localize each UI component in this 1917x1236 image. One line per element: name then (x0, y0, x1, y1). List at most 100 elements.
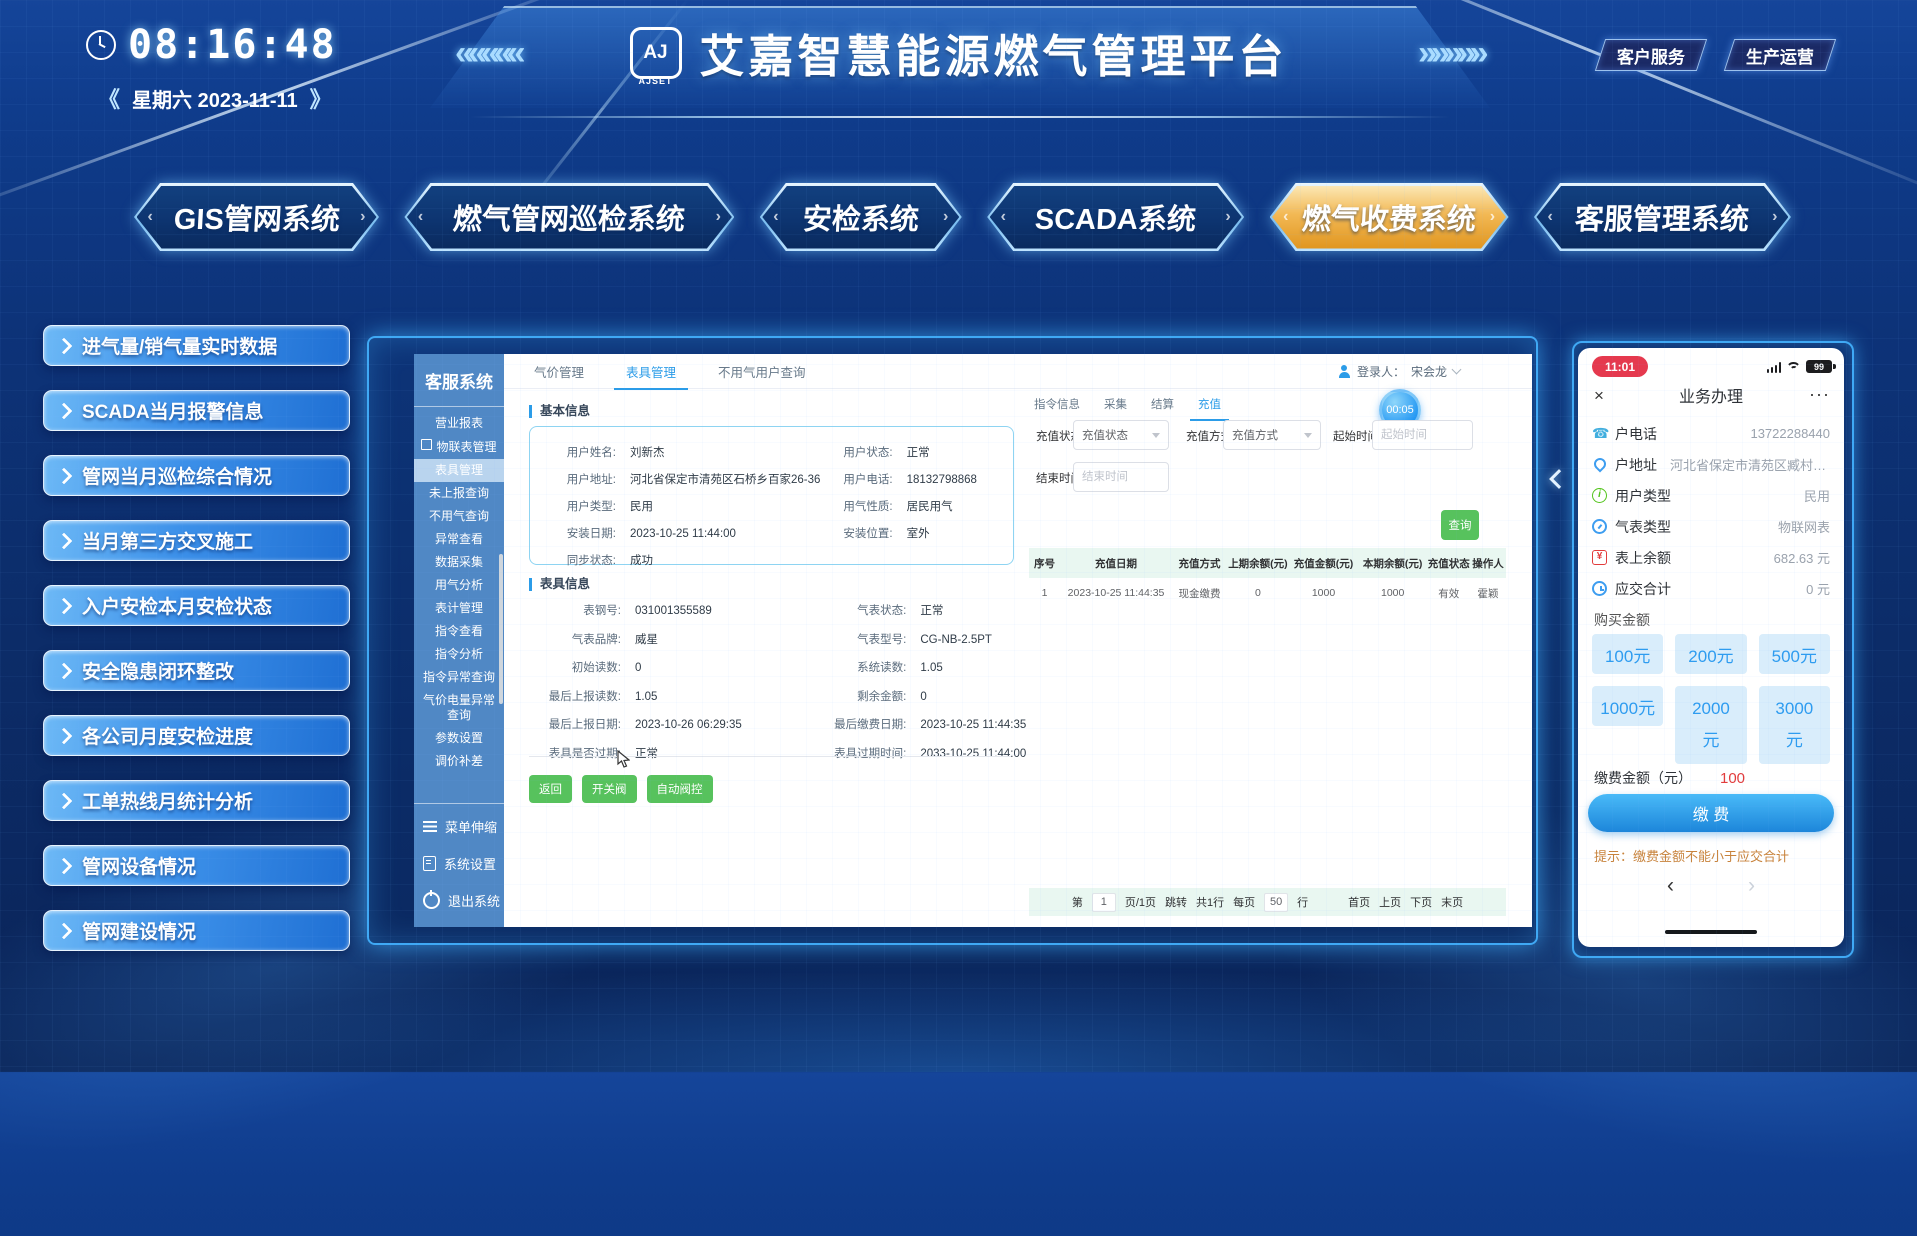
menu-item-unreported-query[interactable]: 未上报查询 (414, 482, 504, 505)
sidebar-item-home-safety-status[interactable]: 入户安检本月安检状态 (43, 585, 350, 626)
amount-chip-2000[interactable]: 2000元 (1675, 686, 1746, 764)
menu-item-meter-count-mgmt[interactable]: 表计管理 (414, 597, 504, 620)
menu-collapse-button[interactable]: 菜单伸缩 (414, 808, 504, 845)
next-arrow-icon[interactable]: › (1748, 874, 1755, 898)
menu-item-command-view[interactable]: 指令查看 (414, 620, 504, 643)
pay-hint-text: 提示：缴费金额不能小于应交合计 (1594, 846, 1789, 865)
sidebar-item-realtime-gas[interactable]: 进气量/销气量实时数据 (43, 325, 350, 366)
menu-item-business-report[interactable]: 营业报表 (414, 412, 504, 435)
menu-item-price-anomaly[interactable]: 气价电量异常查询 (414, 689, 504, 727)
tab-settlement[interactable]: 结算 (1151, 396, 1174, 421)
prev-arrow-icon[interactable]: ‹ (1667, 874, 1674, 898)
recharge-panel: 指令信息 采集 结算 充值 00:05 充值状态 充值状态 充值方式 充值方式 … (1029, 388, 1506, 927)
login-username: 宋会龙 (1411, 363, 1447, 380)
app-content: 基本信息 用户姓名:刘新杰 用户状态:正常 用户地址:河北省保定市清苑区石桥乡百… (504, 388, 1532, 927)
recharge-method-select[interactable]: 充值方式 (1223, 420, 1321, 450)
nav-tab-gas-billing[interactable]: 燃气收费系统 (1270, 183, 1509, 251)
settings-doc-icon (423, 856, 436, 871)
recharge-status-select[interactable]: 充值状态 (1073, 420, 1169, 450)
nav-tab-scada[interactable]: SCADA系统 (987, 183, 1244, 251)
amount-chip-200[interactable]: 200元 (1675, 634, 1746, 674)
power-icon (423, 892, 440, 909)
dashboard-sidebar: 进气量/销气量实时数据 SCADA当月报警信息 管网当月巡检综合情况 当月第三方… (43, 325, 350, 951)
sidebar-scrollbar[interactable] (499, 554, 503, 704)
logout-button[interactable]: 退出系统 (414, 882, 504, 919)
signal-icon (1767, 362, 1782, 373)
sidebar-item-inspection-summary[interactable]: 管网当月巡检综合情况 (43, 455, 350, 496)
nav-tab-customer-service[interactable]: 客服管理系统 (1534, 183, 1791, 251)
tab-meter-mgmt[interactable]: 表具管理 (622, 354, 680, 390)
amount-chip-100[interactable]: 100元 (1592, 634, 1663, 674)
pay-amount-row: 缴费金额（元） 100 (1594, 768, 1745, 788)
sidebar-item-network-construction[interactable]: 管网建设情况 (43, 910, 350, 951)
sidebar-item-hotline-statistics[interactable]: 工单热线月统计分析 (43, 780, 350, 821)
system-nav: GIS管网系统 燃气管网巡检系统 安检系统 SCADA系统 燃气收费系统 客服管… (134, 183, 1791, 251)
auto-valve-control-button[interactable]: 自动阀控 (647, 775, 713, 803)
sidebar-item-third-party-construction[interactable]: 当月第三方交叉施工 (43, 520, 350, 561)
field-initial-reading: 初始读数:0 (529, 659, 814, 675)
pay-amount-value[interactable]: 100 (1720, 770, 1745, 787)
menu-item-meter-mgmt[interactable]: 表具管理 (414, 459, 504, 482)
page-title: 艾嘉智慧能源燃气管理平台 (699, 20, 1287, 85)
tab-command-info[interactable]: 指令信息 (1034, 396, 1080, 421)
menu-item-param-settings[interactable]: 参数设置 (414, 727, 504, 750)
app-sidebar-footer: 菜单伸缩 系统设置 退出系统 (414, 803, 504, 927)
amount-chip-500[interactable]: 500元 (1759, 634, 1830, 674)
start-time-input[interactable] (1372, 420, 1473, 450)
tab-collection[interactable]: 采集 (1104, 396, 1127, 421)
sidebar-item-network-equipment[interactable]: 管网设备情况 (43, 845, 350, 886)
menu-item-no-gas-query[interactable]: 不用气查询 (414, 505, 504, 528)
pay-button[interactable]: 缴 费 (1588, 794, 1834, 832)
customer-service-app: 客服系统 营业报表 物联表管理 表具管理 未上报查询 不用气查询 异常查看 数据… (414, 354, 1532, 927)
ajset-logo: AJ AJSET (629, 27, 681, 79)
right-angle-icon: 》 (310, 82, 332, 114)
sidebar-item-scada-alarms[interactable]: SCADA当月报警信息 (43, 390, 350, 431)
nav-tab-pipeline-inspection[interactable]: 燃气管网巡检系统 (404, 183, 734, 251)
amount-chip-1000[interactable]: 1000元 (1592, 686, 1663, 726)
table-row[interactable]: 12023-10-25 11:44:35 现金缴费0 10001000 有效霍颖 (1029, 578, 1506, 608)
query-button[interactable]: 查询 (1441, 510, 1479, 540)
balance-icon: ¥ (1592, 550, 1607, 565)
system-settings-button[interactable]: 系统设置 (414, 845, 504, 882)
app-menu: 营业报表 物联表管理 表具管理 未上报查询 不用气查询 异常查看 数据采集 用气… (414, 407, 504, 773)
current-date: 星期六 2023-11-11 (132, 84, 298, 113)
prev-page-button[interactable]: 上页 (1379, 894, 1401, 910)
home-indicator[interactable] (1665, 930, 1757, 934)
menu-item-command-anomaly[interactable]: 指令异常查询 (414, 666, 504, 689)
chevron-right-icon (56, 532, 73, 549)
menu-item-anomaly-view[interactable]: 异常查看 (414, 528, 504, 551)
page-input[interactable] (1092, 893, 1116, 912)
valve-switch-button[interactable]: 开关阀 (582, 775, 637, 803)
per-page-input[interactable] (1264, 893, 1288, 912)
current-time: 08:16:48 (128, 22, 337, 68)
amount-chip-3000[interactable]: 3000元 (1759, 686, 1830, 764)
menu-item-command-analysis[interactable]: 指令分析 (414, 643, 504, 666)
tab-no-gas-user-query[interactable]: 不用气用户查询 (714, 354, 810, 390)
menu-item-iot-meter-mgmt[interactable]: 物联表管理 (414, 435, 504, 459)
menu-item-data-collect[interactable]: 数据采集 (414, 551, 504, 574)
per-page-prefix: 每页 (1233, 894, 1255, 910)
phone-icon: ☎ (1592, 426, 1607, 441)
close-icon[interactable]: × (1594, 386, 1604, 406)
menu-item-usage-analysis[interactable]: 用气分析 (414, 574, 504, 597)
first-page-button[interactable]: 首页 (1348, 894, 1370, 910)
end-time-input[interactable] (1073, 462, 1169, 492)
production-operation-button[interactable]: 生产运营 (1724, 39, 1836, 71)
tab-recharge[interactable]: 充值 (1198, 396, 1221, 421)
more-options-icon[interactable]: ··· (1809, 384, 1830, 405)
nav-tab-gis[interactable]: GIS管网系统 (134, 183, 379, 251)
sidebar-item-hazard-rectification[interactable]: 安全隐患闭环整改 (43, 650, 350, 691)
back-button[interactable]: 返回 (529, 775, 572, 803)
customer-service-button[interactable]: 客户服务 (1595, 39, 1707, 71)
pagination-jump[interactable]: 跳转 (1165, 894, 1187, 910)
checkbox-icon[interactable] (421, 439, 432, 450)
chevron-down-icon (1452, 365, 1462, 375)
nav-tab-safety-check[interactable]: 安检系统 (760, 183, 962, 251)
last-page-button[interactable]: 末页 (1441, 894, 1463, 910)
menu-item-price-adjust[interactable]: 调价补差 (414, 750, 504, 773)
sidebar-item-monthly-safety-progress[interactable]: 各公司月度安检进度 (43, 715, 350, 756)
field-user-status: 用户状态:正常 (821, 444, 1005, 460)
login-user[interactable]: 登录人： 宋会龙 (1338, 354, 1460, 388)
next-page-button[interactable]: 下页 (1410, 894, 1432, 910)
tab-gas-price-mgmt[interactable]: 气价管理 (530, 354, 588, 390)
